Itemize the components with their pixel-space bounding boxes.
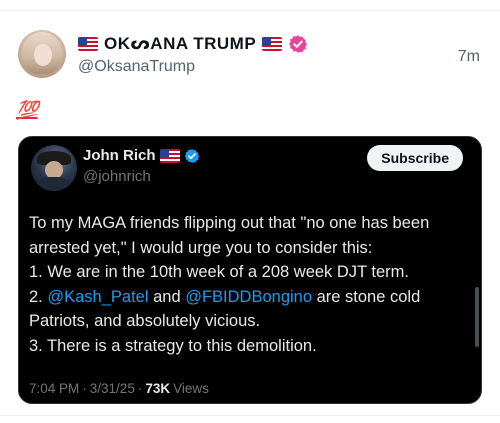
top-divider — [0, 10, 500, 11]
mention-link-kash-patel[interactable]: @Kash_Patel — [47, 288, 148, 306]
quoted-post-card[interactable]: John Rich @johnrich Subscribe To my MAGA… — [18, 136, 482, 404]
views-label: Views — [173, 381, 209, 396]
verified-badge-blue-icon[interactable] — [184, 148, 200, 164]
quoted-text-line: arrested yet," I would urge you to consi… — [29, 238, 373, 257]
scrollbar-thumb[interactable] — [475, 287, 479, 347]
quoted-author-name-row[interactable]: John Rich — [83, 147, 200, 164]
mention-link-fbiddbongino[interactable]: @FBIDDBongino — [185, 288, 312, 306]
subscribe-button[interactable]: Subscribe — [367, 145, 463, 171]
us-flag-icon — [262, 37, 283, 51]
author-name-row[interactable]: OKᔕANA TRUMP — [78, 32, 308, 56]
quoted-post-text: To my MAGA friends flipping out that "no… — [29, 211, 469, 358]
us-flag-icon — [78, 37, 98, 51]
author-avatar[interactable] — [18, 30, 66, 78]
meta-separator: · — [137, 381, 143, 396]
quoted-text-line: Patriots, and absolutely vicious. — [29, 312, 261, 330]
bottom-divider — [0, 415, 500, 416]
quoted-post-time[interactable]: 7:04 PM — [29, 381, 79, 396]
quoted-author-name[interactable]: John Rich — [83, 147, 156, 164]
views-count[interactable]: 73K — [145, 381, 170, 396]
meta-separator: · — [82, 381, 87, 396]
quoted-post-date[interactable]: 3/31/25 — [90, 381, 135, 396]
text-fragment: and — [148, 287, 186, 306]
quoted-text-line: 1. We are in the 10th week of a 208 week… — [29, 263, 409, 281]
us-flag-icon — [159, 148, 180, 163]
quoted-text-line: To my MAGA friends flipping out that "no… — [29, 214, 430, 232]
quoted-text-line: 2. @Kash_Patel and @FBIDDBongino are sto… — [29, 285, 469, 310]
hundred-points-icon: 💯 — [16, 100, 38, 120]
text-fragment: 2. — [29, 287, 48, 306]
quoted-post-meta: 7:04 PM · 3/31/25 · 73K Views — [29, 381, 209, 396]
post-timestamp[interactable]: 7m — [458, 48, 480, 66]
author-handle[interactable]: @OksanaTrump — [78, 58, 195, 76]
quoted-author-handle[interactable]: @johnrich — [83, 168, 151, 185]
quoted-author-avatar[interactable] — [31, 145, 77, 191]
author-display-name[interactable]: OKᔕANA TRUMP — [104, 34, 256, 54]
verified-badge-pink-icon[interactable] — [288, 34, 308, 54]
text-fragment: are stone cold — [312, 287, 421, 306]
quoted-text-line: 3. There is a strategy to this demolitio… — [29, 336, 317, 355]
